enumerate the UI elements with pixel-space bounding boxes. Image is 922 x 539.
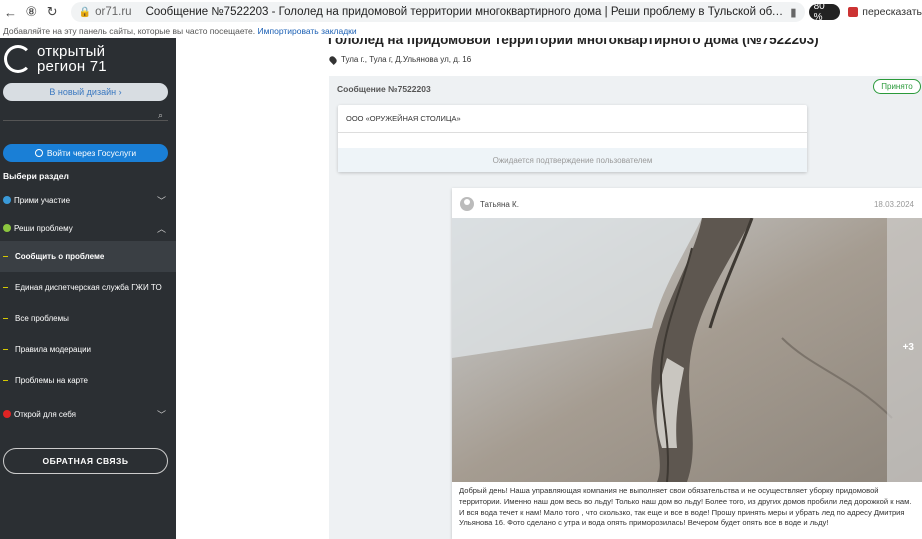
sidebar-item-discover[interactable]: Открой для себя ﹀ bbox=[0, 400, 176, 428]
author-name: Татьяна К. bbox=[480, 199, 519, 209]
zoom-indicator[interactable]: 80 % bbox=[808, 1, 841, 23]
sidebar-item-label: Проблемы на карте bbox=[15, 376, 88, 385]
chevron-down-icon: ﹀ bbox=[156, 409, 166, 420]
dash-icon bbox=[3, 380, 8, 381]
map-pin-icon bbox=[328, 54, 338, 65]
sidebar: открытый регион 71 В новый дизайн › ⌕ Во… bbox=[0, 38, 176, 539]
post-photo[interactable]: +3 bbox=[452, 218, 922, 482]
sidebar-item-label: Сообщить о проблеме bbox=[15, 252, 105, 261]
back-icon[interactable]: ← bbox=[0, 1, 21, 23]
logo-ring-icon bbox=[4, 45, 32, 73]
sidebar-item-problems-map[interactable]: Проблемы на карте bbox=[0, 365, 176, 396]
gosuslugi-icon bbox=[34, 149, 43, 157]
bookmarks-hint: Добавляйте на эту панель сайты, которые … bbox=[3, 26, 256, 36]
post-text: Добрый день! Наша управляющая компания н… bbox=[459, 486, 912, 528]
status-badge: Принято bbox=[873, 79, 921, 94]
sidebar-item-label: Правила модерации bbox=[15, 345, 92, 354]
translate-icon bbox=[848, 7, 859, 17]
message-header: Сообщение №7522203 bbox=[337, 84, 431, 94]
ice-photo-image bbox=[452, 218, 922, 482]
bookmark-icon[interactable]: ▮ bbox=[790, 5, 796, 19]
post-author: Татьяна К. bbox=[460, 197, 519, 211]
sidebar-item-moderation-rules[interactable]: Правила модерации bbox=[0, 334, 176, 365]
awaiting-confirmation: Ожидается подтверждение пользователем bbox=[338, 148, 807, 172]
import-bookmarks-link[interactable]: Импортировать закладки bbox=[258, 26, 357, 36]
sidebar-item-participate[interactable]: Прими участие ﹀ bbox=[0, 186, 176, 214]
translate-label: пересказать bbox=[862, 6, 922, 18]
section-title: Выбери раздел bbox=[3, 171, 69, 181]
organization-card: ООО «ОРУЖЕЙНАЯ СТОЛИЦА» Ожидается подтве… bbox=[338, 105, 807, 172]
translate-button[interactable]: пересказать bbox=[848, 6, 922, 18]
reload-icon[interactable]: ↻ bbox=[42, 1, 63, 23]
more-photos-count[interactable]: +3 bbox=[903, 342, 914, 353]
url-host: or71.ru bbox=[95, 6, 132, 18]
logo-line2: регион 71 bbox=[37, 58, 107, 75]
zoom-value: 80 % bbox=[813, 1, 825, 23]
red-dot-icon bbox=[3, 410, 11, 418]
sidebar-item-label: Открой для себя bbox=[14, 409, 76, 419]
bookmarks-bar: Добавляйте на эту панель сайты, которые … bbox=[0, 24, 922, 38]
sidebar-item-label: Прими участие bbox=[14, 195, 71, 205]
post-date: 18.03.2024 bbox=[873, 200, 914, 209]
message-panel: Сообщение №7522203 Принято ООО «ОРУЖЕЙНА… bbox=[329, 76, 922, 539]
address-text: Тула г., Тула г, Д.Ульянова ул, д. 16 bbox=[341, 55, 472, 64]
address: Тула г., Тула г, Д.Ульянова ул, д. 16 bbox=[328, 54, 472, 65]
dash-icon bbox=[3, 318, 8, 319]
chevron-down-icon: ﹀ bbox=[156, 195, 166, 206]
site-logo[interactable]: открытый регион 71 bbox=[4, 44, 107, 74]
search-icon[interactable]: ⌕ bbox=[158, 110, 163, 121]
feedback-button[interactable]: ОБРАТНАЯ СВЯЗЬ bbox=[3, 448, 168, 474]
forward-icon[interactable]: ⑧ bbox=[21, 1, 42, 23]
tab-title: Сообщение №7522203 - Гололед на придомов… bbox=[145, 6, 787, 18]
main-content: Гололед на придомовой территории многокв… bbox=[176, 38, 922, 539]
dash-icon bbox=[3, 349, 8, 350]
page-title: Гололед на придомовой территории многокв… bbox=[328, 38, 819, 47]
new-design-button[interactable]: В новый дизайн › bbox=[3, 83, 168, 101]
organization-name: ООО «ОРУЖЕЙНАЯ СТОЛИЦА» bbox=[346, 114, 461, 123]
avatar bbox=[460, 197, 474, 211]
gosuslugi-login-button[interactable]: Войти через Госуслуги bbox=[3, 144, 168, 162]
sidebar-item-label: Реши проблему bbox=[14, 223, 73, 233]
blue-dot-icon bbox=[3, 196, 11, 204]
dash-icon bbox=[3, 287, 8, 288]
lock-icon: 🔒 bbox=[78, 6, 92, 18]
sidebar-item-label: Все проблемы bbox=[15, 314, 69, 323]
sidebar-item-dispatch[interactable]: Единая диспетчерская служба ГЖИ ТО bbox=[0, 272, 176, 303]
search-input[interactable] bbox=[3, 120, 168, 121]
gosuslugi-label: Войти через Госуслуги bbox=[46, 148, 137, 158]
green-dot-icon bbox=[3, 224, 11, 232]
address-bar[interactable]: 🔒 or71.ru Сообщение №7522203 - Гололед н… bbox=[70, 2, 805, 22]
sidebar-item-report-problem[interactable]: Сообщить о проблеме bbox=[0, 241, 176, 272]
divider bbox=[338, 132, 807, 133]
user-post: Татьяна К. 18.03.2024 +3 Добрый день! На… bbox=[452, 188, 922, 539]
logo-line1: открытый bbox=[37, 43, 106, 60]
browser-toolbar: ← ⑧ ↻ 🔒 or71.ru Сообщение №7522203 - Гол… bbox=[0, 0, 922, 24]
sidebar-item-label: Единая диспетчерская служба ГЖИ ТО bbox=[15, 283, 162, 292]
chevron-up-icon: ︿ bbox=[156, 223, 166, 234]
sidebar-item-solve-problem[interactable]: Реши проблему ︿ bbox=[0, 214, 176, 242]
sidebar-item-all-problems[interactable]: Все проблемы bbox=[0, 303, 176, 334]
dash-icon bbox=[3, 256, 8, 257]
